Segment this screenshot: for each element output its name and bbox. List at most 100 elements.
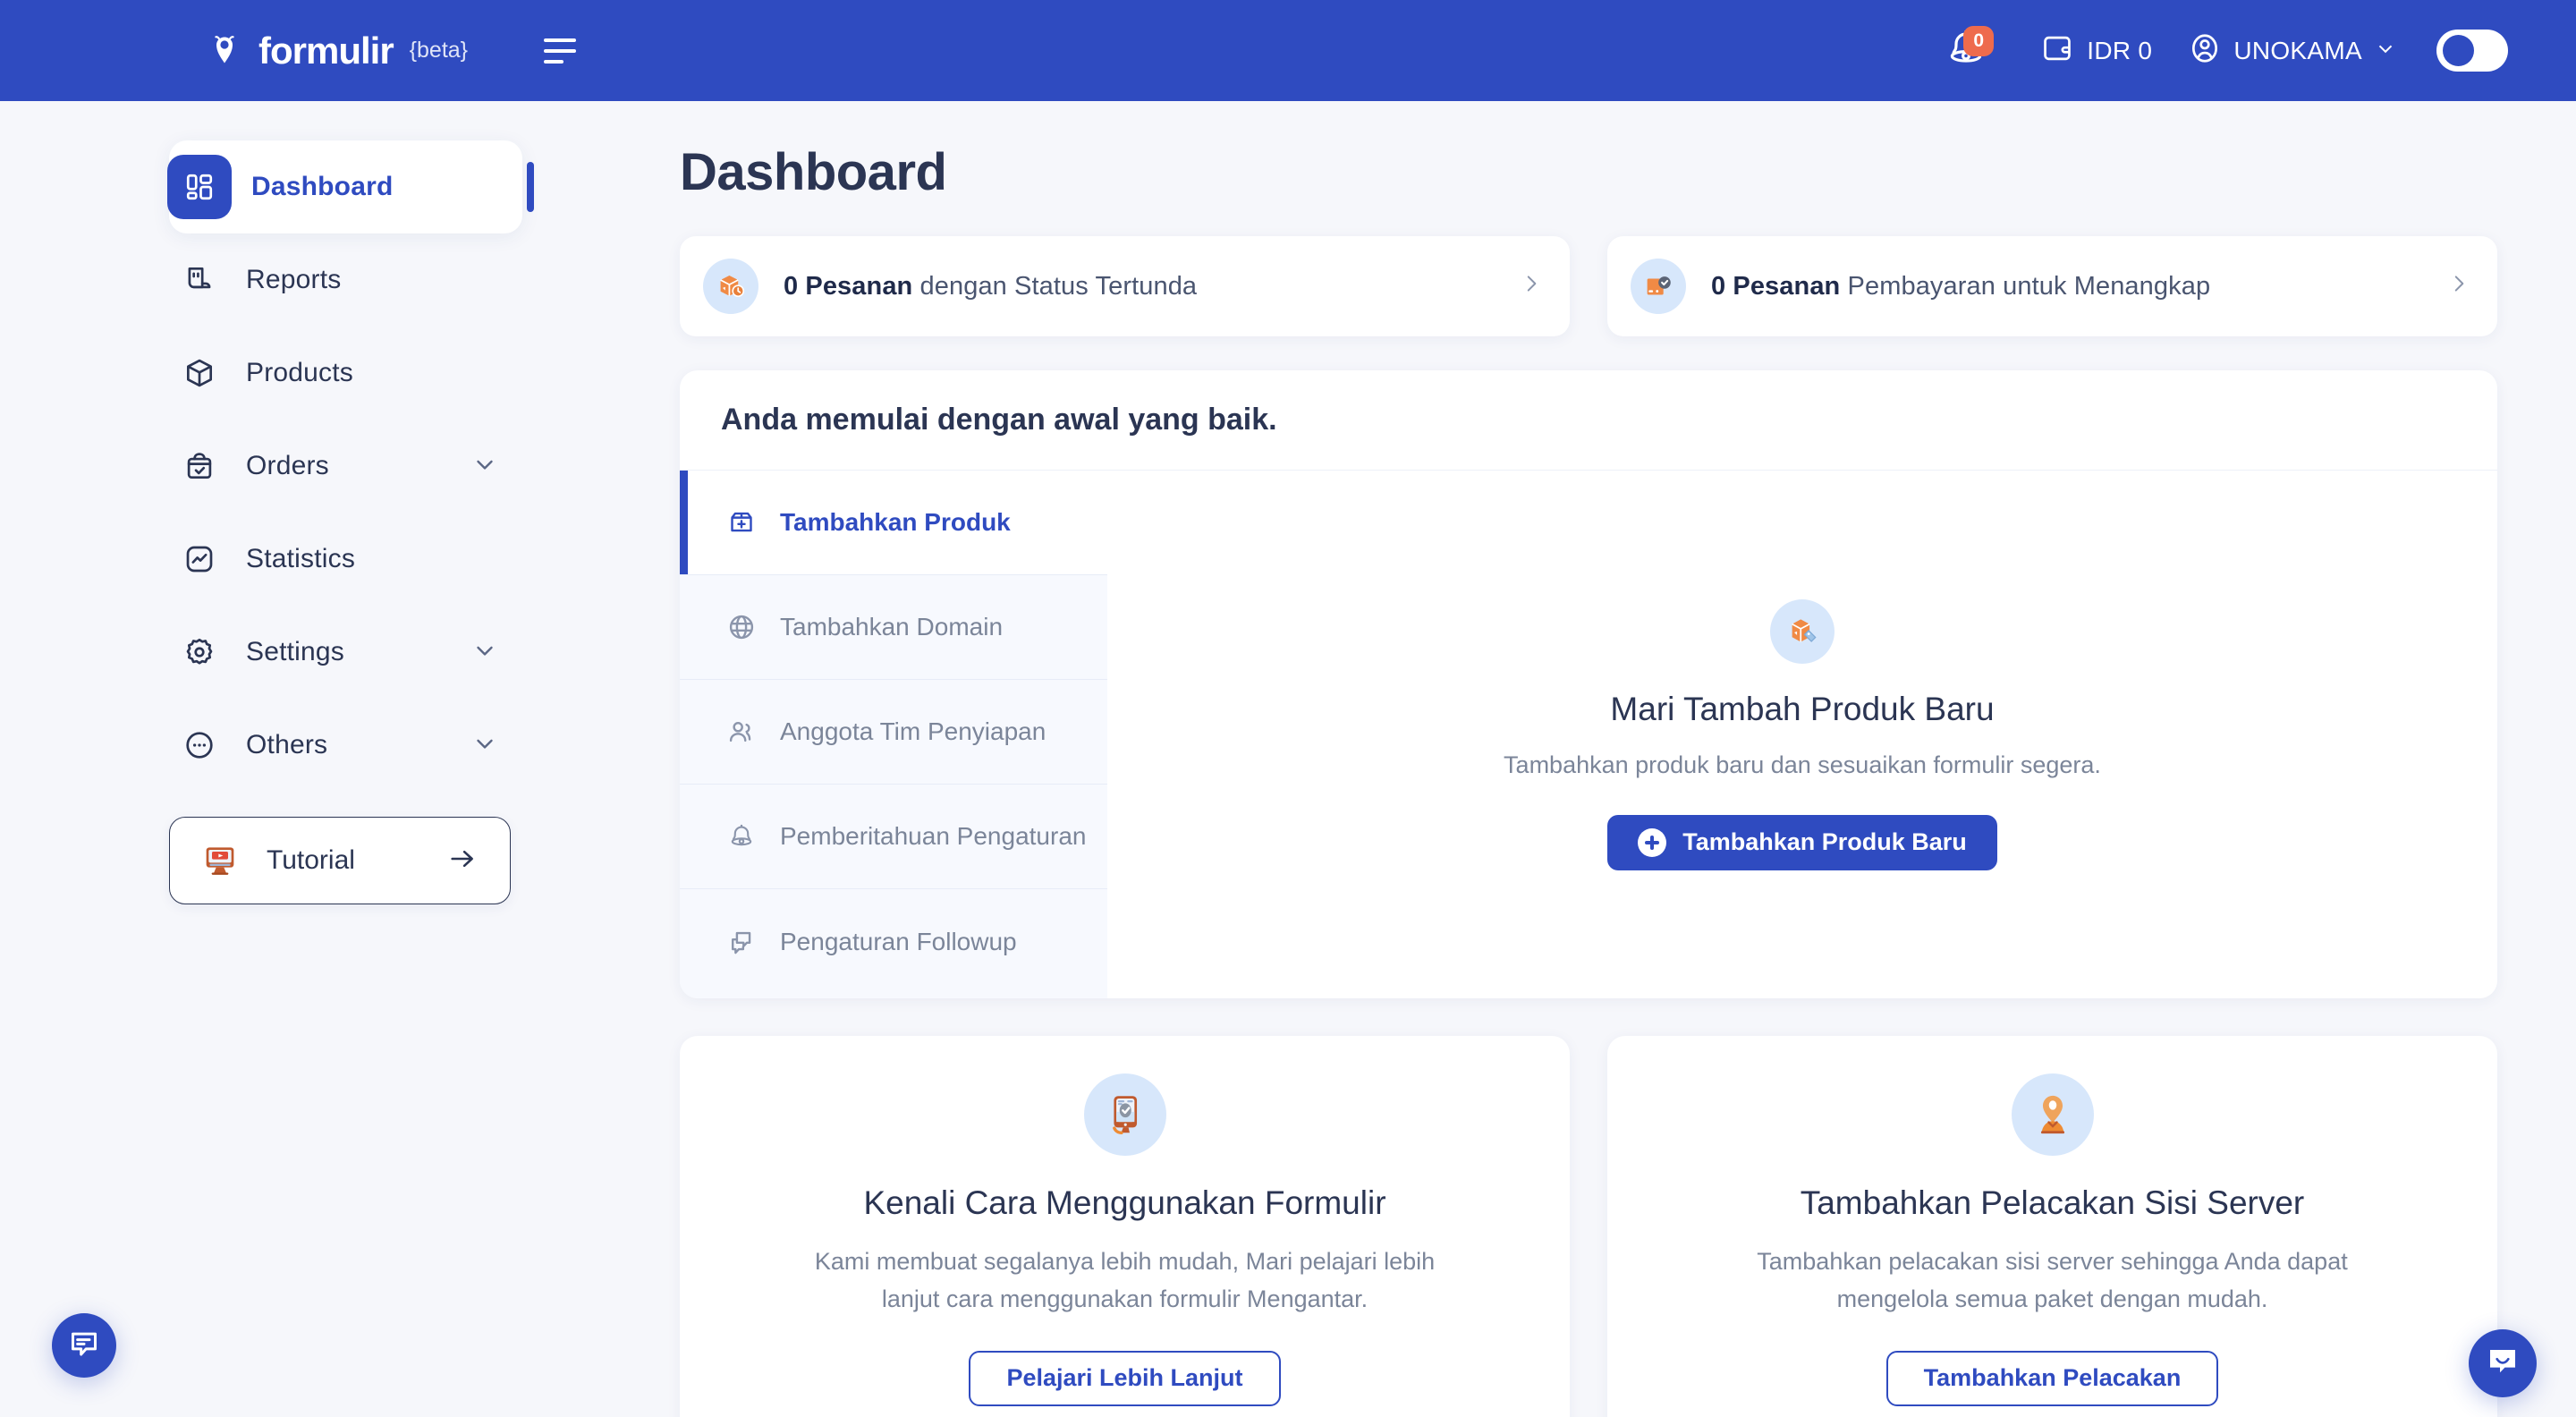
- dashboard-grid-icon: [167, 155, 232, 219]
- sidebar-item-label: Statistics: [246, 544, 356, 573]
- dots-circle-icon: [173, 728, 226, 762]
- add-new-product-label: Tambahkan Produk Baru: [1682, 828, 1967, 855]
- tab-pengaturan-followup[interactable]: Pengaturan Followup: [680, 889, 1107, 994]
- order-check-box-icon: [173, 449, 226, 483]
- tutorial-button[interactable]: Tutorial: [169, 817, 511, 904]
- wallet-button[interactable]: IDR 0: [2040, 31, 2152, 70]
- tab-label: Tambahkan Produk: [780, 508, 1011, 537]
- getting-started-body: Tambahkan Produk Tambahkan Domain Anggot…: [680, 471, 2497, 998]
- package-tag-icon: [1770, 598, 1835, 664]
- sidebar-item-label: Settings: [246, 637, 344, 666]
- report-scroll-icon: [173, 263, 226, 297]
- stat-card-payment-capture[interactable]: 0 Pesanan Pembayaran untuk Menangkap: [1607, 236, 2497, 336]
- page-title: Dashboard: [680, 143, 947, 201]
- chevron-down-icon[interactable]: [471, 730, 498, 761]
- brand-beta-tag: {beta}: [409, 38, 469, 63]
- user-avatar-icon: [2188, 31, 2222, 70]
- add-tracking-button[interactable]: Tambahkan Pelacakan: [1885, 1350, 2219, 1406]
- promo-card-learn-formulir: Kenali Cara Menggunakan Formulir Kami me…: [680, 1036, 1570, 1417]
- tab-tambahkan-domain[interactable]: Tambahkan Domain: [680, 575, 1107, 680]
- top-bar: formulir {beta} 0 IDR 0 UNOKAMA: [0, 0, 2576, 101]
- sidebar-item-reports[interactable]: Reports: [169, 233, 511, 327]
- tab-label: Pemberitahuan Pengaturan: [780, 822, 1087, 851]
- tab-label: Pengaturan Followup: [780, 927, 1017, 955]
- promo-title: Tambahkan Pelacakan Sisi Server: [1800, 1184, 2305, 1221]
- theme-toggle-switch[interactable]: [2436, 30, 2508, 72]
- tutorial-monitor-icon: [193, 843, 247, 878]
- wallet-icon: [2040, 31, 2074, 70]
- tab-label: Tambahkan Domain: [780, 613, 1004, 641]
- stat-count: 0 Pesanan: [1711, 271, 1841, 301]
- menu-toggle-icon[interactable]: [544, 36, 583, 66]
- getting-started-title: Anda memulai dengan awal yang baik.: [721, 403, 1277, 437]
- tab-pemberitahuan-pengaturan[interactable]: Pemberitahuan Pengaturan: [680, 785, 1107, 889]
- panel-subtitle: Tambahkan produk baru dan sesuaikan form…: [1504, 751, 2101, 778]
- sidebar-item-orders[interactable]: Orders: [169, 420, 511, 513]
- stat-card-pending-orders[interactable]: 0 Pesanan dengan Status Tertunda: [680, 236, 1570, 336]
- chat-fab-button[interactable]: [52, 1313, 116, 1378]
- tab-tambahkan-produk[interactable]: Tambahkan Produk: [680, 471, 1107, 575]
- arrow-right-icon: [447, 844, 478, 878]
- chart-line-square-icon: [173, 542, 226, 576]
- getting-started-tablist: Tambahkan Produk Tambahkan Domain Anggot…: [680, 471, 1107, 998]
- intercom-smile-icon: [2484, 1343, 2521, 1385]
- user-menu-button[interactable]: UNOKAMA: [2188, 31, 2397, 70]
- plus-circle-icon: [1638, 827, 1667, 857]
- chat-bubble-icon: [66, 1326, 102, 1366]
- sidebar-item-products[interactable]: Products: [169, 327, 511, 420]
- promo-cards-row: Kenali Cara Menggunakan Formulir Kami me…: [680, 1036, 2497, 1417]
- getting-started-header: Anda memulai dengan awal yang baik.: [680, 370, 2497, 471]
- phone-check-icon: [1083, 1073, 1166, 1156]
- chevron-right-icon[interactable]: [1520, 268, 1543, 304]
- promo-title: Kenali Cara Menggunakan Formulir: [863, 1184, 1386, 1221]
- chevron-right-icon[interactable]: [2447, 268, 2470, 304]
- top-bar-right: 0 IDR 0 UNOKAMA: [1933, 24, 2508, 78]
- intercom-fab-button[interactable]: [2469, 1329, 2537, 1397]
- sidebar-item-label: Reports: [246, 265, 342, 294]
- sidebar-item-dashboard[interactable]: Dashboard: [167, 140, 534, 233]
- hamburger-line: [544, 48, 577, 53]
- notification-badge: 0: [1963, 25, 1995, 56]
- promo-card-server-tracking: Tambahkan Pelacakan Sisi Server Tambahka…: [1607, 1036, 2497, 1417]
- stat-count: 0 Pesanan: [784, 271, 913, 301]
- tab-label: Anggota Tim Penyiapan: [780, 717, 1046, 746]
- tab-anggota-tim-penyiapan[interactable]: Anggota Tim Penyiapan: [680, 680, 1107, 785]
- package-clock-icon: [703, 259, 758, 314]
- box-3d-icon: [173, 356, 226, 390]
- getting-started-card: Anda memulai dengan awal yang baik. Tamb…: [680, 370, 2497, 998]
- users-icon: [721, 717, 762, 747]
- active-indicator: [527, 162, 534, 212]
- stat-rest: Pembayaran untuk Menangkap: [1840, 271, 2211, 301]
- box-plus-icon: [721, 507, 762, 538]
- stat-cards-row: 0 Pesanan dengan Status Tertunda 0 Pesan…: [680, 236, 2497, 336]
- brand-logo[interactable]: formulir {beta}: [210, 30, 468, 72]
- sidebar-item-statistics[interactable]: Statistics: [169, 513, 511, 606]
- stat-rest: dengan Status Tertunda: [912, 271, 1198, 301]
- notifications-button[interactable]: 0: [1933, 24, 1999, 78]
- hamburger-line: [544, 59, 564, 64]
- chevron-down-icon[interactable]: [471, 451, 498, 482]
- wallet-amount: IDR 0: [2087, 36, 2153, 64]
- learn-more-button[interactable]: Pelajari Lebih Lanjut: [969, 1350, 1281, 1406]
- stat-card-text: 0 Pesanan Pembayaran untuk Menangkap: [1711, 272, 2210, 301]
- map-pin-person-icon: [2011, 1073, 2094, 1156]
- chat-bubbles-icon: [721, 927, 762, 957]
- sidebar-item-others[interactable]: Others: [169, 699, 511, 792]
- globe-icon: [721, 612, 762, 642]
- tutorial-label: Tutorial: [267, 845, 355, 875]
- package-check-icon: [1631, 259, 1686, 314]
- sidebar-item-settings[interactable]: Settings: [169, 606, 511, 699]
- sidebar-item-label: Orders: [246, 451, 329, 480]
- promo-subtitle: Tambahkan pelacakan sisi server sehingga…: [1757, 1248, 2348, 1312]
- user-name: UNOKAMA: [2233, 36, 2362, 64]
- chevron-down-icon[interactable]: [471, 637, 498, 668]
- panel-title: Mari Tambah Produk Baru: [1610, 690, 1995, 727]
- sidebar-item-label: Others: [246, 730, 328, 759]
- formulir-logo-icon: [210, 33, 246, 69]
- add-new-product-button[interactable]: Tambahkan Produk Baru: [1607, 814, 1997, 870]
- bell-icon: [721, 821, 762, 852]
- chevron-down-icon: [2374, 37, 2397, 64]
- promo-subtitle: Kami membuat segalanya lebih mudah, Mari…: [814, 1248, 1436, 1312]
- main-content: Dashboard 0 Pesanan dengan Status Tertun…: [680, 101, 2576, 1417]
- toggle-knob: [2443, 35, 2474, 66]
